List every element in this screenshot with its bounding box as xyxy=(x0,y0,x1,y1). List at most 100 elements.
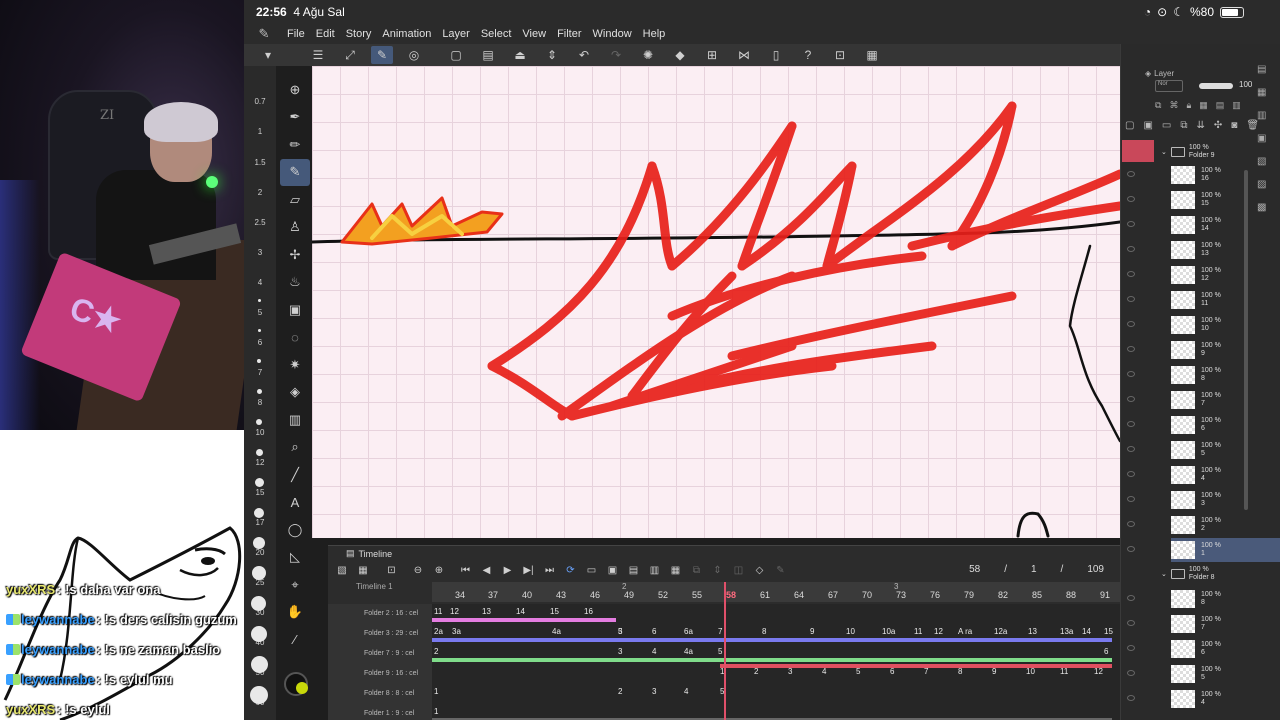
menu-animation[interactable]: Animation xyxy=(379,28,439,40)
new-animation-folder-icon[interactable]: ▭ xyxy=(582,565,602,576)
sub-tool-dropdown-icon[interactable]: ▾ xyxy=(258,46,278,64)
layer-row[interactable]: 100 % 3 xyxy=(1127,488,1280,512)
brush-size-dot[interactable] xyxy=(256,419,262,425)
eye-icon[interactable] xyxy=(1127,196,1135,202)
ruler-icon[interactable]: ◺ xyxy=(280,544,310,572)
sort-icon[interactable]: ⇕ xyxy=(708,565,728,576)
onion-skin-icon[interactable]: ▥ xyxy=(645,565,665,576)
text-icon[interactable]: A xyxy=(280,489,310,517)
track-label[interactable]: Folder 1 : 9 : cel xyxy=(328,704,432,720)
next-frame-icon[interactable]: ▶| xyxy=(519,565,539,576)
light-table-icon[interactable]: ▦ xyxy=(666,565,686,576)
eyedropper-icon[interactable]: ⁄ xyxy=(280,626,310,654)
pen-icon[interactable]: ✒ xyxy=(280,104,310,132)
new-timeline-icon[interactable]: ▧ xyxy=(332,565,352,576)
layer-row[interactable]: 100 % 2 xyxy=(1127,513,1280,537)
frame-icon[interactable]: ▣ xyxy=(280,296,310,324)
fill-bucket-icon[interactable]: ◈ xyxy=(280,379,310,407)
menu-filter[interactable]: Filter xyxy=(554,28,589,40)
brush-size-dot[interactable] xyxy=(255,478,264,487)
eye-icon[interactable] xyxy=(1127,496,1135,502)
layer-row[interactable]: 100 % 6 xyxy=(1127,637,1280,661)
cel-label[interactable]: 12 xyxy=(934,627,943,636)
select-icon[interactable]: ⌖ xyxy=(280,571,310,599)
layer-row[interactable]: 100 % 5 xyxy=(1127,438,1280,462)
pencil-icon[interactable]: ✏ xyxy=(280,131,310,159)
layer-row[interactable]: 100 % 7 xyxy=(1127,612,1280,636)
brush-size-dot[interactable] xyxy=(251,626,267,642)
brush-size[interactable]: 4 xyxy=(246,278,274,287)
cel-label[interactable]: 3 xyxy=(618,647,622,656)
menu-file[interactable]: File xyxy=(284,28,313,40)
undo-icon[interactable]: ↶ xyxy=(573,46,595,64)
cel-label[interactable]: 4 xyxy=(652,647,656,656)
track-lane[interactable]: 2 3 4 4a 5 6 xyxy=(432,644,1120,664)
brush-size-dot[interactable] xyxy=(251,596,266,611)
move-icon[interactable]: ⊕ xyxy=(280,76,310,104)
cel-label[interactable]: 3 xyxy=(652,687,656,696)
menu-story[interactable]: Story xyxy=(343,28,380,40)
camera-icon[interactable]: ◫ xyxy=(729,565,749,576)
eraser-icon[interactable]: ▱ xyxy=(280,186,310,214)
lock-transparent-icon[interactable]: ▦ xyxy=(1199,100,1208,111)
layer-row[interactable]: 100 % 16 xyxy=(1127,163,1280,187)
cel-label[interactable]: 6a xyxy=(684,627,693,636)
layer-row[interactable]: 100 % 14 xyxy=(1127,213,1280,237)
clip-icon[interactable]: ⧉ xyxy=(1155,100,1161,111)
cel-label[interactable]: 2a xyxy=(434,627,443,636)
lasso-icon[interactable]: ◌ xyxy=(280,324,310,352)
layer-row[interactable]: 100 % 1 xyxy=(1127,538,1280,562)
zoom-icon[interactable]: ⌕ xyxy=(280,434,310,462)
play-icon[interactable]: ▶ xyxy=(498,565,518,576)
layer-row[interactable]: 100 % 4 xyxy=(1127,463,1280,487)
track-label[interactable]: Folder 8 : 8 : cel xyxy=(328,684,432,704)
brush-size[interactable]: 12 xyxy=(246,458,274,467)
menu-help[interactable]: Help xyxy=(640,28,674,40)
palette-icon[interactable]: ▤ xyxy=(1257,64,1266,75)
reference-icon[interactable]: ◎ xyxy=(403,46,425,64)
cel-label[interactable]: 13 xyxy=(482,607,491,616)
track-lane[interactable]: 1 2 3 4 5 6 7 8 9 10 11 12 xyxy=(432,664,1120,684)
fill-icon[interactable]: ◆ xyxy=(669,46,691,64)
cel-label[interactable]: 6 xyxy=(652,627,656,636)
cel-label[interactable]: 9 xyxy=(810,627,814,636)
menu-view[interactable]: View xyxy=(519,28,554,40)
layer-row[interactable]: 100 % 7 xyxy=(1127,388,1280,412)
cel-label[interactable]: 15 xyxy=(1104,627,1113,636)
mask-add-icon[interactable]: ◙ xyxy=(1231,120,1237,131)
sparkle-icon[interactable]: ✢ xyxy=(280,241,310,269)
brush-size-dot[interactable] xyxy=(254,508,264,518)
layer-row[interactable]: 100 % 8 xyxy=(1127,363,1280,387)
brush-icon[interactable]: ✎ xyxy=(280,158,310,186)
cel-label[interactable]: 1 xyxy=(434,707,438,716)
brush-size[interactable]: 17 xyxy=(246,518,274,527)
eye-icon[interactable] xyxy=(1127,620,1135,626)
cel-label[interactable]: 9 xyxy=(992,667,996,676)
settings-icon[interactable]: ✣ xyxy=(1214,120,1222,131)
brush-size-dot[interactable] xyxy=(258,329,261,332)
lock-alpha-icon[interactable]: ▤ xyxy=(1216,100,1225,111)
opacity-value[interactable]: 100 xyxy=(1239,80,1252,89)
track-label[interactable]: Folder 9 : 16 : cel xyxy=(328,664,432,684)
eye-icon[interactable] xyxy=(1127,171,1135,177)
first-frame-icon[interactable]: ⏮ xyxy=(456,565,476,576)
cel-label[interactable]: 10 xyxy=(1026,667,1035,676)
magic-wand-icon[interactable]: ✷ xyxy=(280,351,310,379)
app-logo-icon[interactable]: ✎ xyxy=(244,26,284,42)
brush-size[interactable]: 2 xyxy=(246,188,274,197)
balloon-icon[interactable]: ◯ xyxy=(280,516,310,544)
cel-label[interactable]: 7 xyxy=(718,627,722,636)
open-file-icon[interactable]: ▤ xyxy=(477,46,499,64)
brush-size-dot[interactable] xyxy=(258,299,261,302)
track-label[interactable]: Folder 3 : 29 : cel xyxy=(328,624,432,644)
eye-icon[interactable] xyxy=(1127,546,1135,552)
layer-row[interactable]: 100 % 15 xyxy=(1127,188,1280,212)
blend-mode-select[interactable]: Nor xyxy=(1155,80,1183,92)
color-picker[interactable] xyxy=(284,672,308,696)
cel-label[interactable]: 12 xyxy=(450,607,459,616)
cel-label[interactable]: 4 xyxy=(822,667,826,676)
last-frame-icon[interactable]: ⏭ xyxy=(540,565,560,576)
brush-size[interactable]: 1 xyxy=(246,127,274,136)
cel-label[interactable]: 2 xyxy=(754,667,758,676)
brush-size[interactable]: 6 xyxy=(246,338,274,347)
